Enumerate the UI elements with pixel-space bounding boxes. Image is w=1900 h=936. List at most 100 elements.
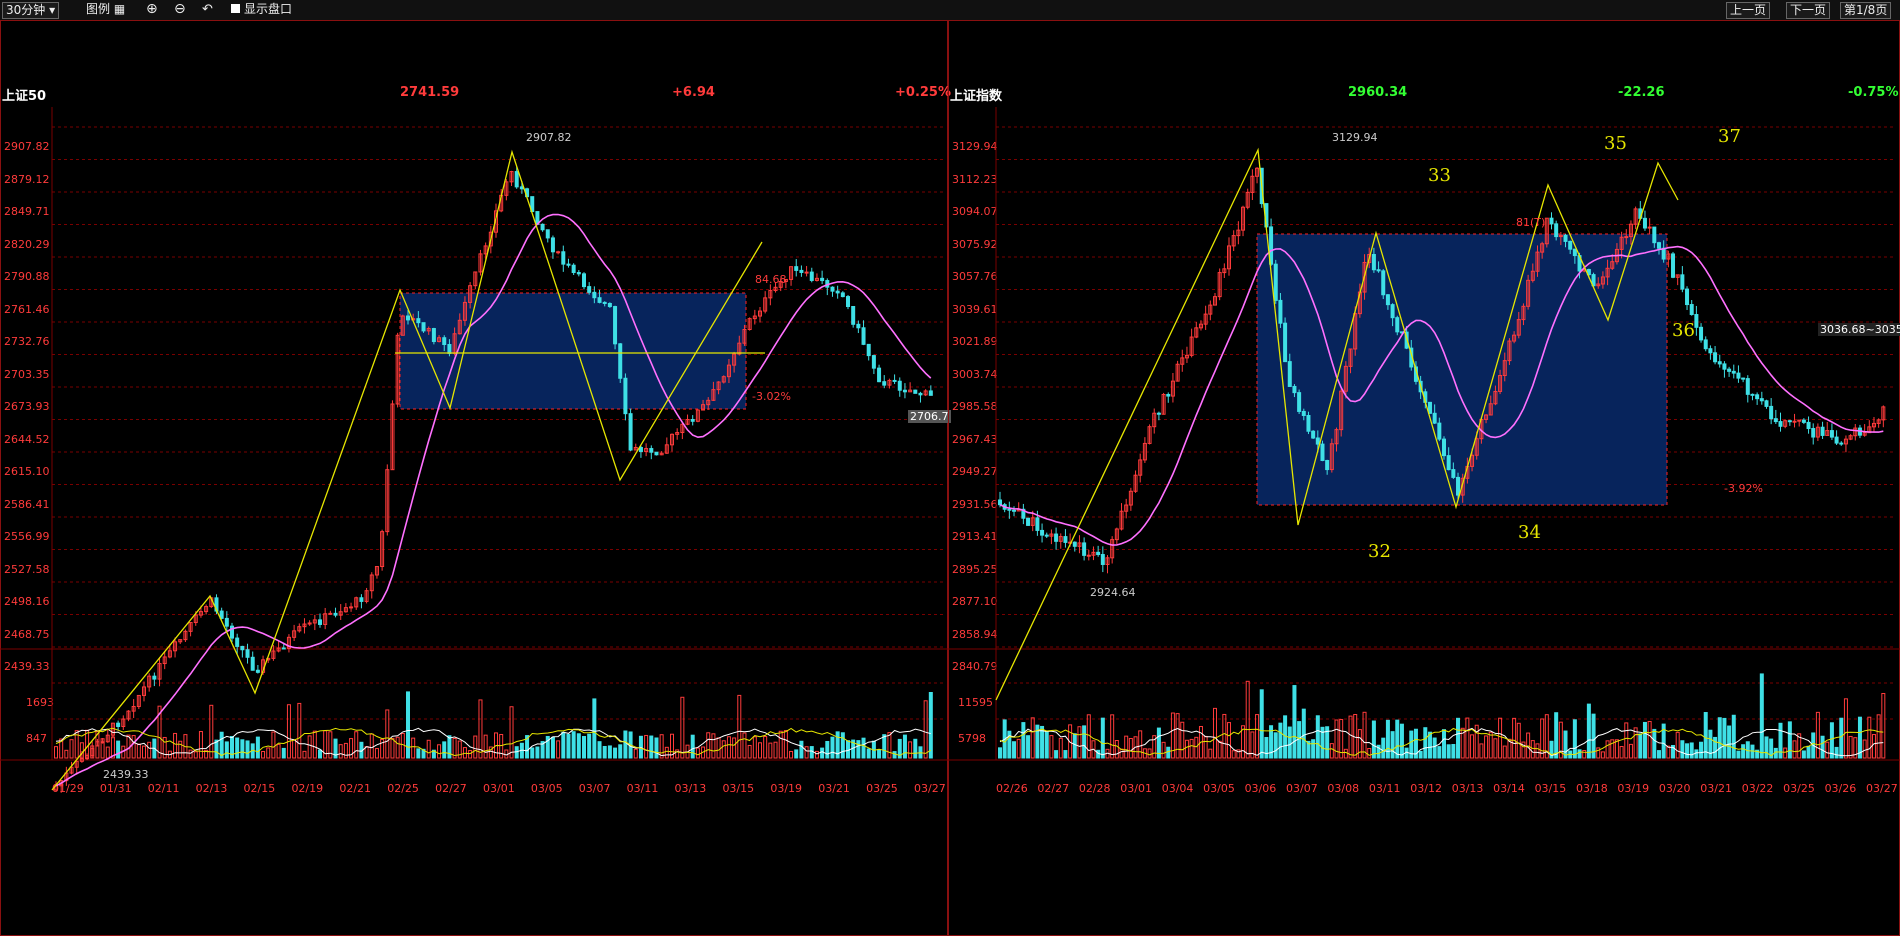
undo-icon[interactable]: ↶ [202, 2, 213, 17]
volume-bar [913, 738, 918, 759]
volume-bar [613, 747, 618, 759]
candle-body [245, 649, 250, 658]
volume-bar [1437, 746, 1442, 759]
left-chart-panel[interactable]: 上证50 2741.59 +6.94 +0.25% 2907.82 2879.12… [0, 20, 951, 936]
candle-body [1713, 352, 1718, 363]
candle-body [1727, 368, 1732, 372]
volume-bar [649, 735, 654, 759]
candle-body [1703, 339, 1708, 350]
candle-body [623, 377, 628, 415]
volume-bar [1432, 737, 1437, 759]
candle-body [1839, 442, 1844, 445]
candle-body [866, 343, 871, 357]
volume-bar [1792, 740, 1797, 759]
candle-body [835, 290, 840, 294]
candle-body [1082, 542, 1087, 556]
volume-bar [799, 740, 804, 759]
volume-bar [64, 749, 69, 759]
volume-bar [69, 739, 74, 759]
volume-bar [902, 734, 907, 759]
volume-bar [1259, 689, 1264, 759]
candle-body [1750, 393, 1755, 396]
volume-bar [1722, 717, 1727, 759]
volume-bar [1465, 717, 1470, 759]
candle-body [556, 251, 561, 254]
volume-bar [509, 706, 514, 759]
volume-bar [364, 746, 369, 759]
box-top-pct: 84.68 [755, 273, 787, 286]
candle-body [1297, 392, 1302, 412]
right-chart-panel[interactable]: 上证指数 2960.34 -22.26 -0.75% 3129.94 3112.2… [948, 20, 1900, 936]
candle-body [1278, 299, 1283, 324]
right-kline-chart[interactable] [948, 20, 1900, 936]
candle-body [861, 327, 866, 345]
candle-body [1834, 436, 1839, 444]
volume-bar [1666, 745, 1671, 759]
candle-body [1292, 385, 1297, 394]
candle-body [1769, 405, 1774, 420]
volume-bar [1423, 727, 1428, 759]
volume-bar [105, 746, 110, 759]
volume-bar [1348, 715, 1353, 759]
show-orderbook-checkbox[interactable]: 显示盘口 [231, 2, 292, 17]
volume-bar [1563, 730, 1568, 759]
candle-body [1806, 421, 1811, 430]
candle-body [592, 291, 597, 299]
candle-body [1661, 247, 1666, 260]
candle-body [809, 271, 814, 281]
volume-bar [732, 737, 737, 759]
candle-body [1656, 242, 1661, 249]
volume-bar [286, 704, 291, 759]
candle-body [928, 390, 933, 396]
volume-bar [602, 745, 607, 759]
volume-bar [437, 744, 442, 759]
volume-bar [1184, 739, 1189, 759]
volume-bar [1619, 746, 1624, 759]
left-kline-chart[interactable] [0, 20, 948, 936]
volume-bar [442, 741, 447, 759]
candle-body [902, 389, 907, 393]
zoom-out-icon[interactable]: ⊖ [174, 2, 186, 17]
candle-body [1301, 410, 1306, 416]
prev-page-button[interactable]: 上一页 [1726, 2, 1771, 19]
volume-bar [556, 740, 561, 759]
candle-body [1273, 263, 1278, 301]
period-dropdown[interactable]: 30分钟 ▾ [2, 2, 60, 19]
volume-bar [758, 742, 762, 759]
volume-bar [1166, 746, 1171, 759]
volume-bar [245, 740, 250, 759]
volume-bar [1311, 739, 1316, 759]
volume-bar [1647, 720, 1652, 759]
candle-body [1759, 398, 1764, 402]
volume-bar [597, 741, 602, 759]
candle-body [1315, 437, 1320, 445]
volume-bar [1217, 740, 1222, 759]
volume-bar [1614, 739, 1619, 759]
volume-bar [1502, 745, 1507, 759]
candle-body [1086, 554, 1091, 557]
volume-bar [1063, 750, 1068, 759]
candle-body [576, 272, 581, 275]
volume-bar [1273, 732, 1278, 759]
candle-body [1306, 414, 1311, 432]
candle-body [820, 277, 825, 282]
volume-bar [312, 730, 317, 759]
volume-bar [1203, 735, 1208, 759]
candle-body [1166, 394, 1171, 397]
top-toolbar: 30分钟 ▾ 图例 ▦ ⊕ ⊖ ↶ 显示盘口 上一页 下一页 第1/8页 [0, 0, 1900, 21]
zoom-in-icon[interactable]: ⊕ [146, 2, 158, 17]
candle-body [654, 451, 659, 456]
legend-label: 图例 [86, 2, 111, 16]
volume-bar [1717, 717, 1722, 759]
volume-bar [188, 749, 193, 759]
candle-body [349, 606, 354, 609]
candle-body [1801, 419, 1806, 423]
legend-button[interactable]: 图例 ▦ [86, 2, 125, 17]
candle-body [1044, 534, 1049, 537]
volume-bar [1881, 693, 1886, 759]
next-page-button[interactable]: 下一页 [1786, 2, 1831, 19]
candle-body [1376, 269, 1381, 272]
volume-bar [789, 750, 794, 759]
volume-bar [1367, 748, 1372, 759]
volume-bar [271, 731, 276, 759]
